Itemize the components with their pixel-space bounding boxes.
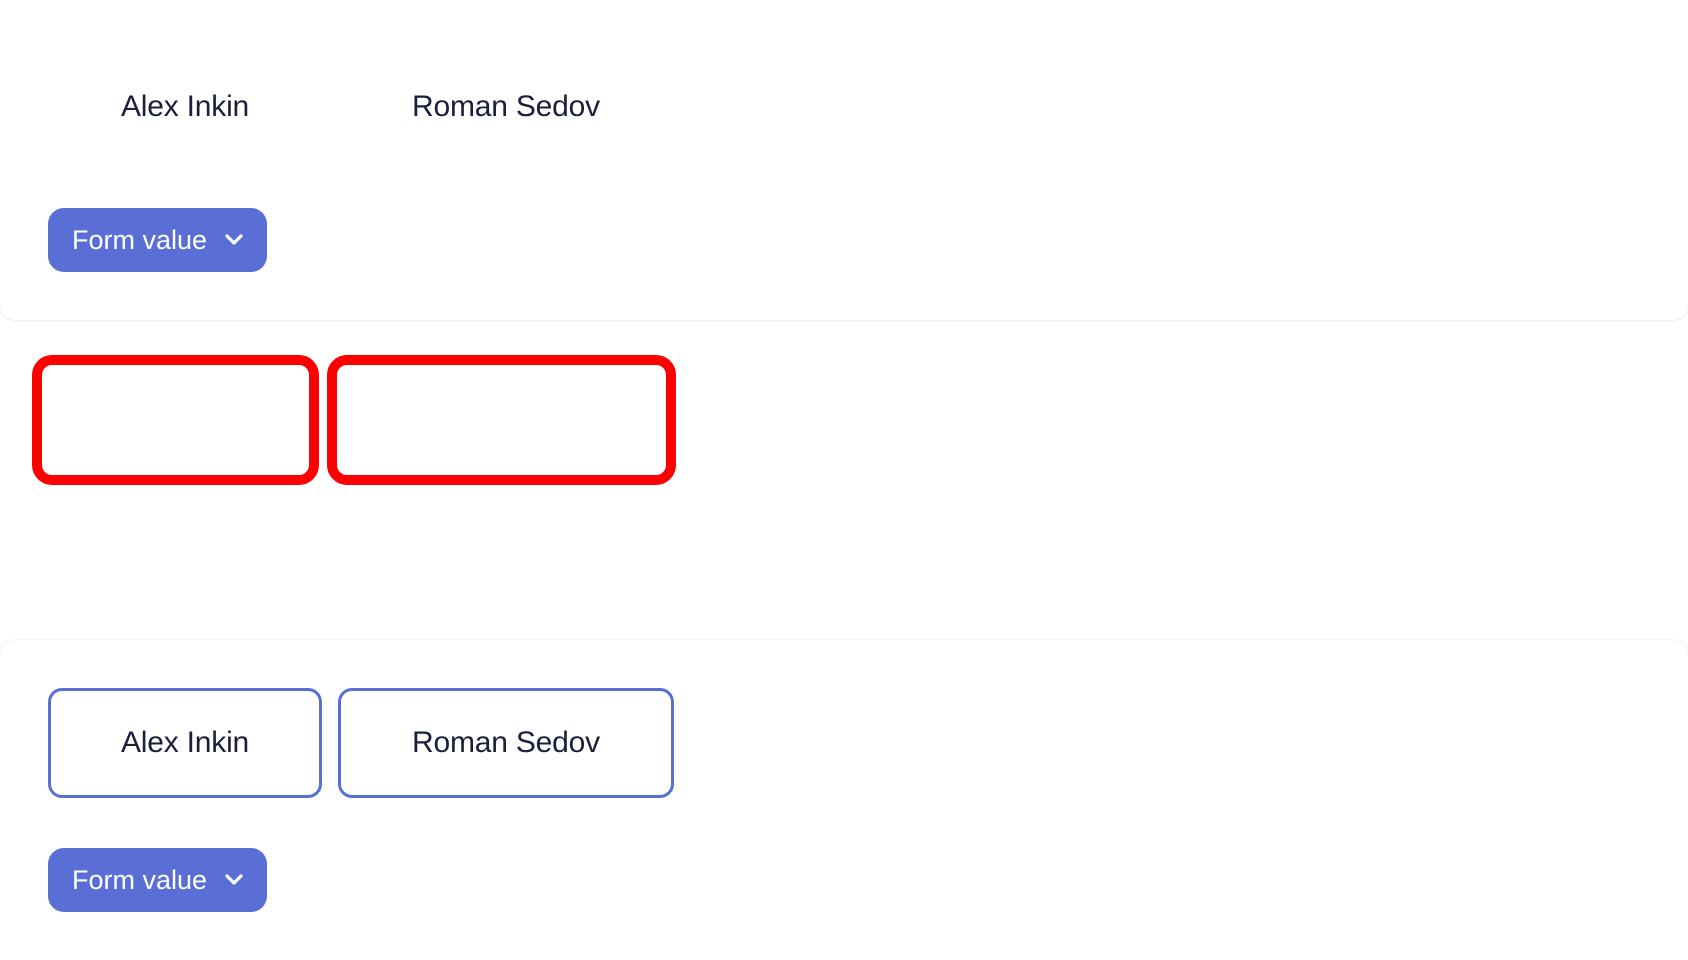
bottom-card: Alex Inkin Roman Sedov Form value (0, 640, 1688, 960)
form-value-select[interactable]: Form value (48, 848, 267, 912)
form-value-select[interactable]: Form value (48, 208, 267, 272)
chip-label: Alex Inkin (120, 90, 250, 123)
select-label: Form value (72, 864, 208, 895)
chip-label: Roman Sedov (412, 90, 600, 123)
select-label: Form value (72, 224, 208, 255)
chip-label: Roman Sedov (412, 726, 600, 759)
chip-alex-inkin[interactable]: Alex Inkin (48, 688, 322, 798)
highlight-box-first (32, 355, 319, 485)
chip-alex-inkin[interactable]: Alex Inkin (48, 52, 322, 162)
page: Alex Inkin Roman Sedov Form value Alex I… (0, 0, 1688, 960)
chevron-down-icon (225, 234, 243, 245)
highlight-box-second (327, 355, 676, 485)
top-card: Alex Inkin Roman Sedov Form value (0, 0, 1688, 320)
chip-label: Alex Inkin (120, 726, 250, 759)
chip-roman-sedov[interactable]: Roman Sedov (338, 688, 674, 798)
chevron-down-icon (225, 874, 243, 885)
chip-roman-sedov[interactable]: Roman Sedov (338, 52, 674, 162)
